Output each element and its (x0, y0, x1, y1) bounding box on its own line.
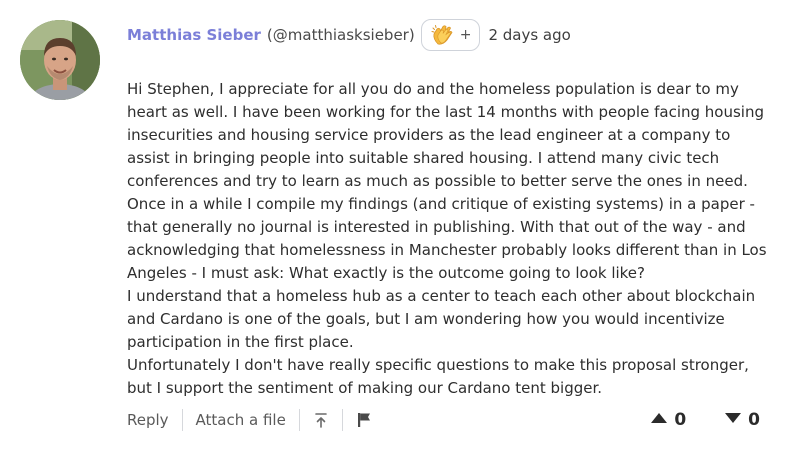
action-divider (298, 409, 300, 431)
avatar[interactable] (20, 20, 100, 100)
attach-file-button[interactable]: Attach a file (196, 411, 286, 429)
upload-icon[interactable] (313, 411, 329, 429)
flag-icon[interactable] (356, 411, 372, 429)
arrow-down-icon (724, 410, 742, 430)
action-divider (341, 409, 343, 431)
reply-button[interactable]: Reply (127, 411, 169, 429)
comment-paragraph: Hi Stephen, I appreciate for all you do … (127, 80, 767, 282)
add-reaction-plus: + (459, 27, 472, 43)
comment-timestamp: 2 days ago (488, 26, 571, 44)
vote-controls: 0 0 (650, 405, 760, 435)
upvote-button[interactable]: 0 (650, 410, 686, 430)
arrow-up-icon (650, 410, 668, 430)
comment-paragraph: Unfortunately I don't have really specif… (127, 356, 749, 397)
avatar-image (20, 20, 100, 100)
comment-body: Hi Stephen, I appreciate for all you do … (127, 78, 777, 400)
action-divider (181, 409, 183, 431)
author-handle: (@matthiasksieber) (266, 26, 415, 44)
add-reaction-button[interactable]: + (420, 19, 481, 51)
downvote-button[interactable]: 0 (724, 410, 760, 430)
comment-header: Matthias Sieber (@matthiasksieber) + 2 d… (127, 18, 571, 52)
comment: Matthias Sieber (@matthiasksieber) + 2 d… (0, 0, 790, 455)
comment-paragraph: I understand that a homeless hub as a ce… (127, 287, 756, 351)
author-name[interactable]: Matthias Sieber (127, 26, 261, 44)
upvote-count: 0 (674, 410, 687, 430)
downvote-count: 0 (748, 410, 760, 430)
clap-emoji-icon (431, 24, 455, 46)
